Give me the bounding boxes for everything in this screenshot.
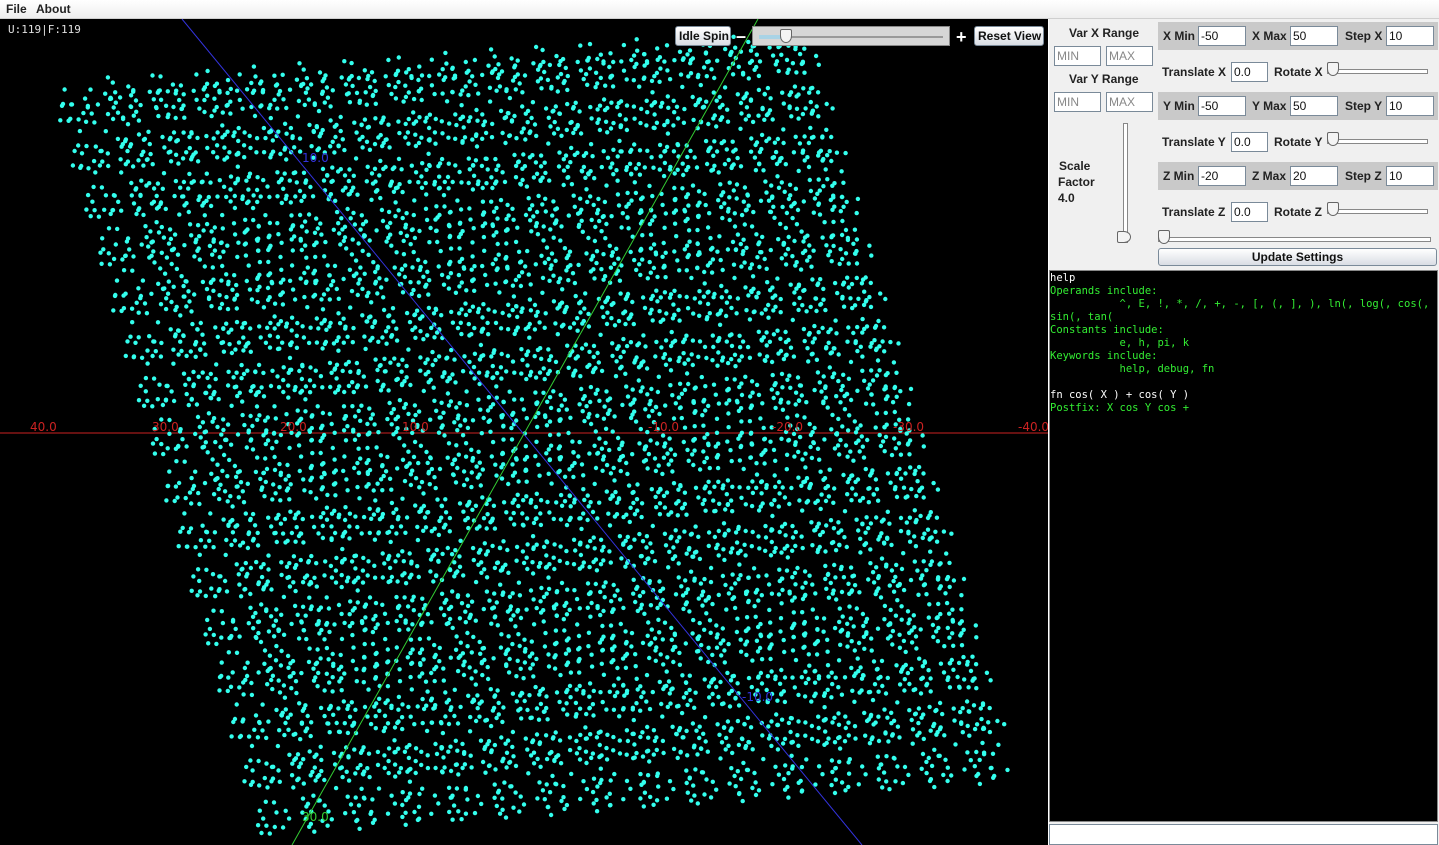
console-line: e, h, pi, k [1050,337,1190,349]
menu-about[interactable]: About [36,2,71,16]
x-min-field[interactable]: -50 [1198,26,1246,46]
y-min-label: Y Min [1163,99,1195,113]
scale-factor-slider[interactable] [1117,123,1133,243]
step-x-label: Step X [1345,29,1383,43]
step-z-field[interactable]: 10 [1386,166,1434,186]
x-axis-tick-label: 20.0 [280,420,307,434]
surface-points [58,28,1010,836]
translate-z-field[interactable]: 0.0 [1231,202,1268,222]
x-axis-tick-label: -40.0 [1018,420,1048,434]
rotate-z-slider[interactable] [1327,202,1428,218]
spin-slider-thumb[interactable] [779,29,792,43]
x-axis-tick-label: 10.0 [402,420,429,434]
z-min-label: Z Min [1163,169,1195,183]
rotate-x-track [1327,69,1428,74]
idle-spin-button[interactable]: Idle Spin [675,26,731,46]
scale-factor-value: 4.0 [1058,191,1075,205]
rotate-y-label: Rotate Y [1274,135,1323,149]
z-min-field[interactable]: -20 [1198,166,1246,186]
x-axis-tick-label: 40.0 [30,420,57,434]
console-line: Keywords include: [1050,350,1158,362]
command-input[interactable] [1049,824,1438,845]
y-min-field[interactable]: -50 [1198,96,1246,116]
step-z-label: Step Z [1345,169,1382,183]
menu-bar: File About [0,0,1439,19]
console-fn-command: fn cos( X ) + cos( Y ) [1050,389,1190,401]
translate-x-label: Translate X [1162,65,1227,79]
console-postfix: Postfix: X cos Y cos + [1050,402,1190,414]
frame-counter: U:119|F:119 [8,23,81,36]
var-x-max-field[interactable]: MAX [1106,46,1153,66]
step-y-field[interactable]: 10 [1386,96,1434,116]
step-x-field[interactable]: 10 [1386,26,1434,46]
var-y-min-field[interactable]: MIN [1054,92,1101,112]
z-axis-tick-label: 10.0 [302,151,329,165]
z-max-field[interactable]: 20 [1290,166,1338,186]
translate-z-label: Translate Z [1162,205,1226,219]
x-axis-tick-label: -30.0 [893,420,924,434]
x-axis-tick-label: 30.0 [152,420,179,434]
scale-slider-thumb[interactable] [1117,231,1131,243]
rotate-y-thumb[interactable] [1327,132,1339,146]
var-y-range-label: Var Y Range [1069,72,1139,86]
scale-factor-label-2: Factor [1058,175,1095,189]
z-axis-tick-label: -10.0 [742,690,773,704]
rotate-z-track [1327,209,1428,214]
rotate-x-label: Rotate X [1274,65,1323,79]
var-y-max-field[interactable]: MAX [1106,92,1153,112]
console-help-command: help [1050,272,1076,284]
rotate-y-track [1327,139,1428,144]
scale-slider-track [1123,123,1128,243]
rotate-x-thumb[interactable] [1327,62,1339,76]
resolution-slider[interactable] [1158,230,1431,246]
step-y-label: Step Y [1345,99,1383,113]
x-min-label: X Min [1163,29,1195,43]
rotate-z-thumb[interactable] [1327,202,1339,216]
settings-panel: Var X Range MIN MAX Var Y Range MIN MAX … [1049,19,1439,845]
rotate-z-label: Rotate Z [1274,205,1322,219]
var-x-min-field[interactable]: MIN [1054,46,1101,66]
var-x-range-label: Var X Range [1069,26,1140,40]
resolution-thumb[interactable] [1158,230,1170,244]
resolution-track [1158,237,1431,242]
spin-decrease-button[interactable]: – [736,27,746,45]
y-max-label: Y Max [1252,99,1287,113]
spin-speed-slider[interactable] [752,26,950,46]
console-line: sin(, tan( [1050,311,1114,323]
console-line: Constants include: [1050,324,1164,336]
z-max-label: Z Max [1252,169,1287,183]
console-line: help, debug, fn [1050,363,1215,375]
update-settings-button[interactable]: Update Settings [1158,248,1437,266]
scale-factor-label-1: Scale [1059,159,1091,173]
console-line: Operands include: [1050,285,1158,297]
plot-surface[interactable]: 40.0 30.0 20.0 10.0 -10.0 -20.0 -30.0 -40.0 10.0… [0,19,1048,845]
x-max-field[interactable]: 50 [1290,26,1338,46]
translate-y-label: Translate Y [1162,135,1226,149]
plot-canvas[interactable]: 40.0 30.0 20.0 10.0 -10.0 -20.0 -30.0 -40.0 10.0… [0,19,1048,845]
spin-increase-button[interactable]: + [956,28,967,46]
x-axis-tick-label: -10.0 [648,420,679,434]
x-axis-tick-label: -20.0 [772,420,803,434]
x-max-label: X Max [1252,29,1287,43]
y-axis-line [291,19,759,845]
translate-y-field[interactable]: 0.0 [1231,132,1268,152]
rotate-y-slider[interactable] [1327,132,1428,148]
y-axis-tick-label: 30.0 [302,810,329,824]
y-max-field[interactable]: 50 [1290,96,1338,116]
console-line: ^, E, !, *, /, +, -, [, (, ], ), ln(, lo… [1050,298,1430,310]
spin-slider-fill [759,35,782,39]
rotate-x-slider[interactable] [1327,62,1428,78]
translate-x-field[interactable]: 0.0 [1231,62,1268,82]
console-output: help Operands include: ^, E, !, *, /, +,… [1049,270,1438,822]
menu-file[interactable]: File [6,2,27,16]
reset-view-button[interactable]: Reset View [974,26,1044,46]
